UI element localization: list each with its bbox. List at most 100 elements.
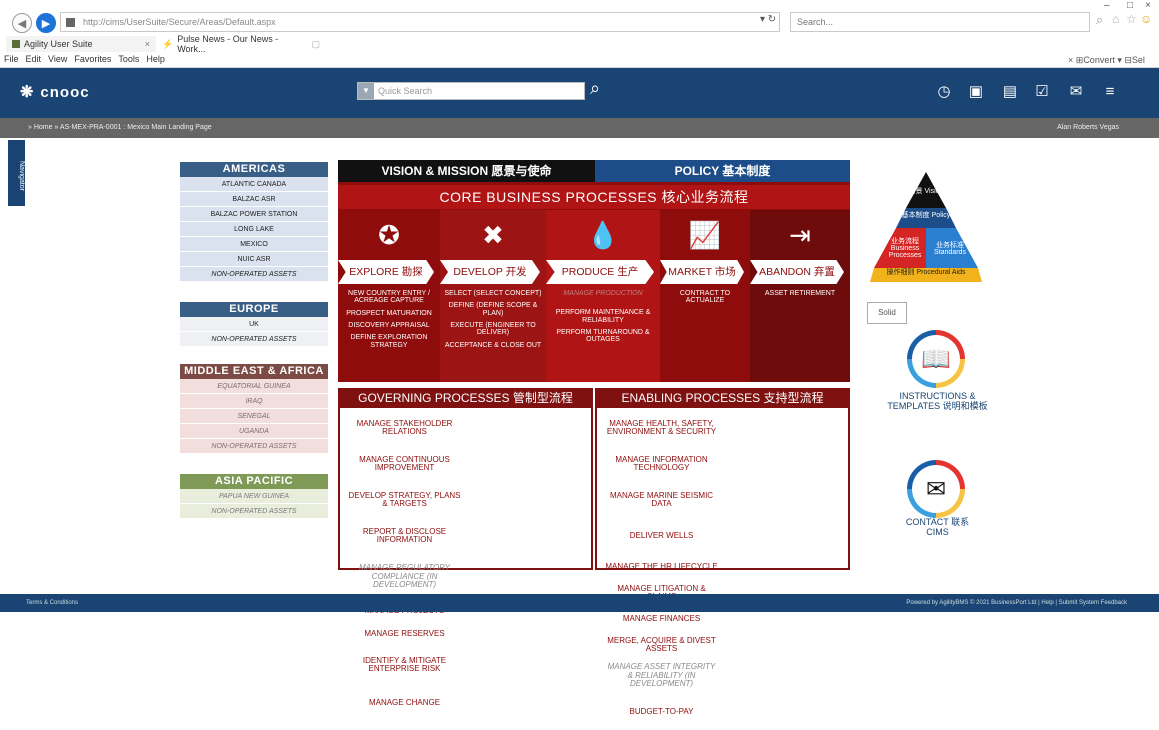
process-link[interactable]: CONTRACT TO ACTUALIZE [664,290,746,305]
region-item[interactable]: SENEGAL [180,409,328,424]
instructions-label[interactable]: INSTRUCTIONS & TEMPLATES 说明和模板 [880,391,995,412]
process-link[interactable]: DEVELOP STRATEGY, PLANS & TARGETS [342,482,467,518]
region-item[interactable]: MEXICO [180,237,328,252]
process-link[interactable]: REPORT & DISCLOSE INFORMATION [342,518,467,554]
contact-button[interactable]: ✉ [907,460,965,518]
process-link[interactable]: DISCOVERY APPRAISAL [342,322,436,329]
process-link[interactable]: PERFORM TURNAROUND & OUTAGES [550,329,656,344]
home-icon[interactable]: ⌂ [1112,12,1119,26]
browser-search-input[interactable]: Search... [790,12,1090,32]
minimize-icon[interactable]: – [1104,0,1110,11]
menu-edit[interactable]: Edit [26,54,42,64]
document-icon[interactable]: ▤ [1000,82,1020,102]
region-title[interactable]: AMERICAS [180,162,328,177]
quick-search-input[interactable]: ▼ Quick Search [357,82,585,100]
sort-az-icon[interactable]: ≡ [1100,82,1120,102]
profile-card-icon[interactable]: ▣ [966,82,986,102]
process-link[interactable]: IDENTIFY & MITIGATE ENTERPRISE RISK [342,646,467,684]
process-link[interactable]: EXECUTE (ENGINEER TO DELIVER) [444,322,542,337]
breadcrumb-text[interactable]: » Home » AS-MEX-PRA-0001 : Mexico Main L… [28,124,212,131]
chart-icon[interactable]: 📈 [660,210,750,260]
pyramid-aids[interactable]: 操作细则 Procedural Aids [880,269,972,276]
terms-link[interactable]: Terms & Conditions [26,600,78,606]
chat-icon[interactable]: ✉ [1066,82,1086,102]
region-item[interactable]: LONG LAKE [180,222,328,237]
search-icon[interactable]: ⌕ [1096,12,1103,28]
contact-label[interactable]: CONTACT 联系 CIMS [895,517,980,538]
menu-view[interactable]: View [48,54,67,64]
region-item-non-operated[interactable]: NON-OPERATED ASSETS [180,439,328,454]
process-link[interactable]: MANAGE PRODUCTION [550,290,656,297]
region-item[interactable]: PAPUA NEW GUINEA [180,489,328,504]
explore-button[interactable]: EXPLORE 勘探 [338,260,434,284]
process-link[interactable]: ACCEPTANCE & CLOSE OUT [444,342,542,349]
process-link[interactable]: ASSET RETIREMENT [754,290,846,297]
process-link[interactable]: BUDGET-TO-PAY [599,694,724,730]
region-item[interactable]: IRAQ [180,394,328,409]
process-link[interactable]: MANAGE MARINE SEISMIC DATA [599,482,724,518]
core-processes-title[interactable]: CORE BUSINESS PROCESSES 核心业务流程 [338,185,850,209]
policy-link[interactable]: POLICY 基本制度 [595,160,850,182]
region-item-non-operated[interactable]: NON-OPERATED ASSETS [180,332,328,347]
pyramid-policy[interactable]: 基本制度 Policy [900,212,952,219]
pyramid-business[interactable]: 业务流程 Business Processes [882,238,928,259]
process-link[interactable]: MANAGE THE HR LIFECYCLE [599,554,724,580]
menu-tools[interactable]: Tools [118,54,139,64]
tab-agility[interactable]: Agility User Suite × [6,36,156,52]
smiley-icon[interactable]: ☺ [1140,12,1152,26]
tools-icon[interactable]: ✖ [440,210,546,260]
process-link[interactable]: MERGE, ACQUIRE & DIVEST ASSETS [599,632,724,658]
convert-toolbar[interactable]: × ⊞Convert ▾ ⊟Sel [1068,55,1145,66]
new-tab-icon[interactable]: ▢ [311,39,320,50]
process-link[interactable]: MANAGE RESERVES [342,623,467,646]
process-link[interactable]: SELECT (SELECT CONCEPT) [444,290,542,297]
region-item-non-operated[interactable]: NON-OPERATED ASSETS [180,504,328,519]
menu-file[interactable]: File [4,54,19,64]
user-name[interactable]: Alan Roberts Vegas [1057,124,1119,131]
footer-links[interactable]: Powered by AgilityBMS © 2021 BusinessPor… [906,600,1127,606]
quick-search-icon[interactable]: ⌕ [590,78,600,99]
region-item[interactable]: EQUATORIAL GUINEA [180,379,328,394]
process-link[interactable]: MANAGE CONTINUOUS IMPROVEMENT [342,446,467,482]
pyramid-standards[interactable]: 业务标准 Standards [928,242,972,256]
process-link[interactable]: PERFORM MAINTENANCE & RELIABILITY [550,309,656,324]
region-item[interactable]: ATLANTIC CANADA [180,177,328,192]
exit-icon[interactable]: ⇥ [750,210,850,260]
region-title[interactable]: MIDDLE EAST & AFRICA [180,364,328,379]
search-dropdown-icon[interactable]: ▼ [358,83,374,99]
region-item[interactable]: BALZAC ASR [180,192,328,207]
abandon-button[interactable]: ABANDON 弃置 [750,260,844,284]
compass-icon[interactable]: ✪ [338,210,440,260]
region-title[interactable]: EUROPE [180,302,328,317]
process-link[interactable]: MANAGE INFORMATION TECHNOLOGY [599,446,724,482]
process-pyramid[interactable]: 愿景 Vision 基本制度 Policy 业务流程 Business Proc… [870,172,982,294]
vision-mission-link[interactable]: VISION & MISSION 愿景与使命 [338,160,595,182]
process-link[interactable]: DEFINE (DEFINE SCOPE & PLAN) [444,302,542,317]
region-item[interactable]: UK [180,317,328,332]
region-title[interactable]: ASIA PACIFIC [180,474,328,489]
process-link[interactable]: MANAGE STAKEHOLDER RELATIONS [342,410,467,446]
region-item[interactable]: NUIC ASR [180,252,328,267]
produce-button[interactable]: PRODUCE 生产 [546,260,654,284]
navigator-tab[interactable]: Navigator [8,140,25,206]
checklist-icon[interactable]: ☑ [1032,82,1052,102]
forward-button[interactable]: ▶ [36,13,56,33]
process-link[interactable]: MANAGE ASSET INTEGRITY & RELIABILITY (IN… [599,658,724,694]
process-link[interactable]: DELIVER WELLS [599,518,724,554]
enabling-processes-title[interactable]: ENABLING PROCESSES 支持型流程 [595,388,850,408]
maximize-icon[interactable]: □ [1127,0,1133,11]
process-link[interactable]: PROSPECT MATURATION [342,310,436,317]
process-link[interactable]: DEFINE EXPLORATION STRATEGY [342,334,436,349]
develop-button[interactable]: DEVELOP 开发 [440,260,540,284]
governing-processes-title[interactable]: GOVERNING PROCESSES 管制型流程 [338,388,593,408]
drop-icon[interactable]: 💧 [546,210,660,260]
process-link[interactable]: MANAGE HEALTH, SAFETY, ENVIRONMENT & SEC… [599,410,724,446]
address-bar[interactable]: http://cims/UserSuite/Secure/Areas/Defau… [60,12,780,32]
solid-button[interactable]: Solid [867,302,907,324]
logo[interactable]: ❋ cnooc [20,82,90,102]
region-item-non-operated[interactable]: NON-OPERATED ASSETS [180,267,328,282]
market-button[interactable]: MARKET 市场 [660,260,744,284]
instructions-button[interactable]: 📖 [907,330,965,388]
star-icon[interactable]: ☆ [1126,12,1137,26]
pyramid-vision[interactable]: 愿景 Vision [906,188,946,195]
